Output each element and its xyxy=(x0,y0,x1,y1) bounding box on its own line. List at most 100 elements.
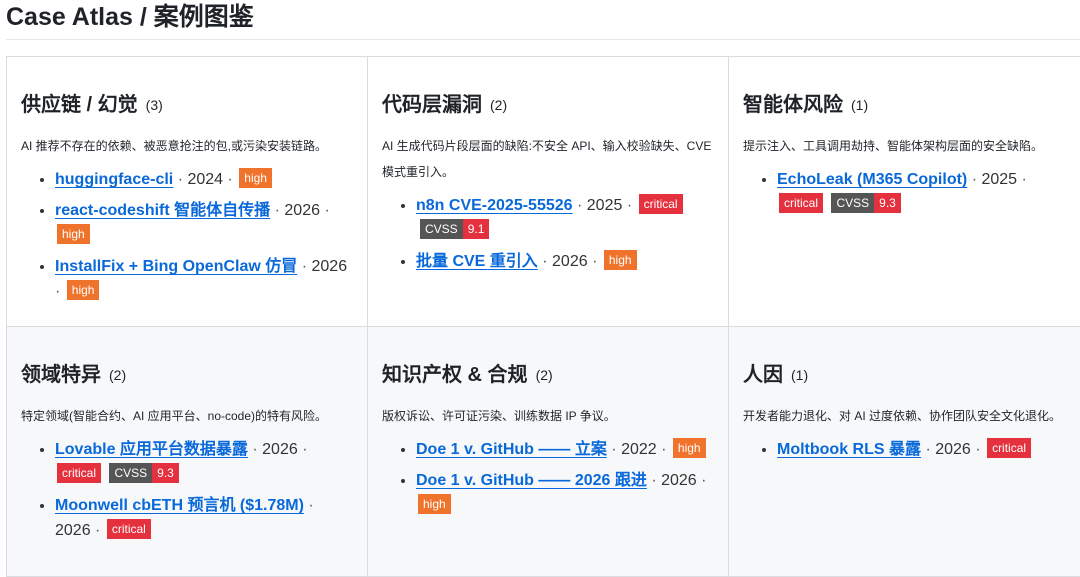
severity-badge: critical xyxy=(779,193,824,213)
separator: · xyxy=(971,171,978,188)
card-title: 人因 (1) xyxy=(743,361,1072,389)
case-link-moltbook[interactable]: Moltbook RLS 暴露 xyxy=(777,441,921,458)
category-card-human-factor: 人因 (1) 开发者能力退化、对 AI 过度依赖、协作团队安全文化退化。 Molt… xyxy=(729,327,1080,577)
separator: · xyxy=(274,202,280,219)
severity-badge: high xyxy=(418,494,451,514)
cvss-score: 9.1 xyxy=(462,219,490,239)
case-year: 2022 xyxy=(621,441,657,458)
category-card-supply-chain: 供应链 / 幻觉 (3) AI 推荐不存在的依赖、被恶意抢注的包,或污染安装链路。… xyxy=(7,57,368,327)
cvss-badge: CVSS 9.1 xyxy=(420,219,490,239)
case-link-lovable[interactable]: Lovable 应用平台数据暴露 xyxy=(55,441,248,458)
separator: · xyxy=(95,522,101,539)
case-link-react-codeshift[interactable]: react-codeshift 智能体自传播 xyxy=(55,202,270,219)
case-link-huggingface-cli[interactable]: huggingface-cli xyxy=(55,171,173,188)
case-year: 2025 xyxy=(981,171,1018,188)
page-title: Case Atlas / 案例图鉴 xyxy=(6,3,254,31)
cvss-label: CVSS xyxy=(420,219,463,239)
case-list: Lovable 应用平台数据暴露 · 2026 · critical CVSS9… xyxy=(21,437,353,543)
severity-badge: high xyxy=(672,438,706,458)
separator: · xyxy=(626,197,633,214)
case-year: 2026 xyxy=(661,472,697,489)
card-title-text: 知识产权 & 合规 xyxy=(382,364,528,386)
card-title: 知识产权 & 合规 (2) xyxy=(382,361,714,389)
card-description: 开发者能力退化、对 AI 过度依赖、协作团队安全文化退化。 xyxy=(743,409,1062,423)
separator: · xyxy=(177,171,184,188)
card-description: AI 生成代码片段层面的缺陷:不安全 API、输入校验缺失、CVE 模式重引入。 xyxy=(382,139,712,179)
case-year: 2026 xyxy=(311,258,348,275)
case-year: 2026 xyxy=(935,441,971,458)
separator: · xyxy=(301,258,308,275)
severity-badge: high xyxy=(239,168,272,188)
card-description: 提示注入、工具调用劫持、智能体架构层面的安全缺陷。 xyxy=(743,139,1044,153)
case-link-echoleak[interactable]: EchoLeak (M365 Copilot) xyxy=(777,171,967,188)
cvss-badge: CVSS 9.3 xyxy=(109,463,179,483)
case-item: InstallFix + Bing OpenClaw 仿冒 · 2026 · h… xyxy=(55,254,353,304)
case-year: 2026 xyxy=(284,202,320,219)
separator: · xyxy=(975,441,981,458)
case-list: n8n CVE-2025-55526 · 2025 · critical CVS… xyxy=(382,193,714,274)
case-link-installfix[interactable]: InstallFix + Bing OpenClaw 仿冒 xyxy=(55,258,297,275)
card-title: 智能体风险 (1) xyxy=(743,91,1072,119)
case-list: Moltbook RLS 暴露 · 2026 · critical xyxy=(743,437,1072,462)
card-count: (3) xyxy=(145,97,163,113)
card-title-text: 人因 xyxy=(743,364,783,386)
separator: · xyxy=(55,283,61,300)
separator: · xyxy=(252,441,258,458)
cvss-badge: CVSS 9.3 xyxy=(831,193,901,213)
separator: · xyxy=(592,253,598,270)
case-item: Doe 1 v. GitHub —— 立案 · 2022 · high xyxy=(416,437,714,462)
case-item: EchoLeak (M365 Copilot) · 2025 · critica… xyxy=(777,167,1072,217)
separator: · xyxy=(661,441,667,458)
severity-badge: high xyxy=(66,280,100,300)
category-card-ip-compliance: 知识产权 & 合规 (2) 版权诉讼、许可证污染、训练数据 IP 争议。 Doe … xyxy=(368,327,729,577)
case-link-doe-filing[interactable]: Doe 1 v. GitHub —— 立案 xyxy=(416,441,607,458)
case-list: huggingface-cli · 2024 · high react-code… xyxy=(21,167,353,304)
case-item: huggingface-cli · 2024 · high xyxy=(55,167,353,192)
card-title-text: 智能体风险 xyxy=(743,94,843,116)
category-card-domain: 领域特异 (2) 特定领域(智能合约、AI 应用平台、no-code)的特有风险。… xyxy=(7,327,368,577)
separator: · xyxy=(701,472,707,489)
card-count: (1) xyxy=(791,367,809,383)
case-item: Moonwell cbETH 预言机 ($1.78M) · 2026 · cri… xyxy=(55,493,353,543)
severity-badge: high xyxy=(57,224,90,244)
card-count: (2) xyxy=(490,97,508,113)
separator: · xyxy=(576,197,583,214)
severity-badge: critical xyxy=(638,194,683,214)
case-list: Doe 1 v. GitHub —— 立案 · 2022 · high Doe … xyxy=(382,437,714,518)
case-item: Moltbook RLS 暴露 · 2026 · critical xyxy=(777,437,1072,462)
severity-badge: critical xyxy=(57,463,102,483)
case-year: 2026 xyxy=(262,441,298,458)
title-divider xyxy=(6,39,1080,40)
separator: · xyxy=(1021,171,1027,188)
case-link-batch-cve[interactable]: 批量 CVE 重引入 xyxy=(416,253,538,270)
severity-badge: high xyxy=(603,250,637,270)
case-year: 2024 xyxy=(187,171,224,188)
card-description: 版权诉讼、许可证污染、训练数据 IP 争议。 xyxy=(382,409,616,423)
separator: · xyxy=(925,441,931,458)
card-title: 代码层漏洞 (2) xyxy=(382,91,714,119)
case-list: EchoLeak (M365 Copilot) · 2025 · critica… xyxy=(743,167,1072,217)
separator: · xyxy=(302,441,308,458)
separator: · xyxy=(324,202,330,219)
card-description: AI 推荐不存在的依赖、被恶意抢注的包,或污染安装链路。 xyxy=(21,139,328,153)
category-grid: 供应链 / 幻觉 (3) AI 推荐不存在的依赖、被恶意抢注的包,或污染安装链路。… xyxy=(6,56,1080,577)
separator: · xyxy=(308,497,314,514)
case-year: 2025 xyxy=(586,197,623,214)
separator: · xyxy=(227,171,233,188)
card-title: 供应链 / 幻觉 (3) xyxy=(21,91,353,119)
category-card-code-vuln: 代码层漏洞 (2) AI 生成代码片段层面的缺陷:不安全 API、输入校验缺失、C… xyxy=(368,57,729,327)
card-description: 特定领域(智能合约、AI 应用平台、no-code)的特有风险。 xyxy=(21,409,328,423)
case-item: Doe 1 v. GitHub —— 2026 跟进 · 2026 · high xyxy=(416,468,714,518)
case-item: 批量 CVE 重引入 · 2026 · high xyxy=(416,249,714,274)
card-title: 领域特异 (2) xyxy=(21,361,353,389)
case-link-n8n-cve[interactable]: n8n CVE-2025-55526 xyxy=(416,197,573,214)
case-item: Lovable 应用平台数据暴露 · 2026 · critical CVSS9… xyxy=(55,437,353,487)
separator: · xyxy=(611,441,617,458)
card-count: (2) xyxy=(109,367,127,383)
card-title-text: 供应链 / 幻觉 xyxy=(21,94,138,116)
case-link-doe-followup[interactable]: Doe 1 v. GitHub —— 2026 跟进 xyxy=(416,472,647,489)
cvss-label: CVSS xyxy=(831,193,875,213)
case-link-moonwell[interactable]: Moonwell cbETH 预言机 ($1.78M) xyxy=(55,497,304,514)
case-year: 2026 xyxy=(552,253,588,270)
separator: · xyxy=(651,472,657,489)
